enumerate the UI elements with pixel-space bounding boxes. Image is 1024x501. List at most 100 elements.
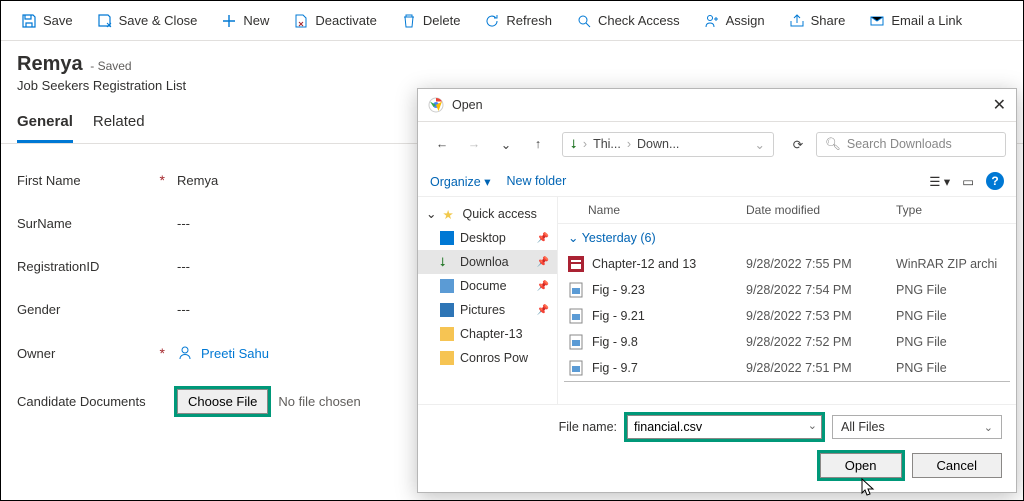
gender-value[interactable]: --- [177,302,190,317]
tree-chapter13[interactable]: Chapter-13 [418,322,557,346]
assign-icon [704,13,720,29]
tree-pictures[interactable]: Pictures📌 [418,298,557,322]
share-button[interactable]: Share [779,9,856,33]
file-name: Fig - 9.7 [592,361,746,375]
check-access-label: Check Access [598,13,680,28]
new-label: New [243,13,269,28]
help-icon[interactable]: ? [986,172,1004,190]
check-access-icon [576,13,592,29]
file-row[interactable]: Fig - 9.89/28/2022 7:52 PMPNG File [558,329,1016,355]
preview-pane-icon[interactable]: ▭ [962,174,974,189]
refresh-dialog-icon[interactable]: ⟳ [784,130,812,158]
new-folder-button[interactable]: New folder [506,174,566,188]
close-icon[interactable]: ✕ [976,95,1006,115]
file-row[interactable]: Fig - 9.219/28/2022 7:53 PMPNG File [558,303,1016,329]
save-icon [21,13,37,29]
folder-icon [440,327,454,341]
nav-tree: ⌄ ★ Quick access Desktop📌 ⭣Downloa📌 Docu… [418,197,558,404]
tree-conros[interactable]: Conros Pow [418,346,557,370]
trash-icon [401,13,417,29]
regid-label: RegistrationID [17,259,99,274]
col-type[interactable]: Type [896,203,1006,217]
file-name: Fig - 9.21 [592,309,746,323]
filter-dropdown[interactable]: All Files⌄ [832,415,1002,439]
col-name[interactable]: Name [568,203,746,217]
chevron-down-icon: ⌄ [984,421,993,434]
file-type: PNG File [896,283,1006,297]
save-label: Save [43,13,73,28]
choose-file-button[interactable]: Choose File [177,389,268,414]
pin-icon: 📌 [537,257,549,268]
file-date: 9/28/2022 7:55 PM [746,257,896,271]
view-list-icon[interactable]: ☰ ▾ [929,174,950,189]
email-icon [869,13,885,29]
new-button[interactable]: New [211,9,279,33]
save-close-icon [97,13,113,29]
pin-icon: 📌 [537,281,549,292]
no-file-text: No file chosen [278,394,360,409]
breadcrumb[interactable]: ⭣ › Thi... › Down... ⌄ [562,132,774,157]
download-icon: ⭣ [440,255,454,269]
owner-value[interactable]: Preeti Sahu [177,345,269,361]
col-date[interactable]: Date modified [746,203,896,217]
search-placeholder: Search Downloads [847,137,952,151]
pin-icon: 📌 [537,233,549,244]
delete-button[interactable]: Delete [391,9,471,33]
group-yesterday[interactable]: ⌄ Yesterday (6) [558,224,1016,251]
record-saved: - Saved [90,59,131,73]
up-icon[interactable]: ↑ [524,130,552,158]
forward-icon: → [460,130,488,158]
email-link-button[interactable]: Email a Link [859,9,972,33]
first-name-value[interactable]: Remya [177,173,218,188]
file-row[interactable]: Fig - 9.239/28/2022 7:54 PMPNG File [558,277,1016,303]
docs-label: Candidate Documents [17,394,146,409]
folder-icon [440,351,454,365]
first-name-label: First Name [17,173,81,188]
file-date: 9/28/2022 7:53 PM [746,309,896,323]
tab-general[interactable]: General [17,107,73,143]
refresh-label: Refresh [506,13,552,28]
chrome-icon [428,97,444,113]
regid-value[interactable]: --- [177,259,190,274]
file-icon [568,308,584,324]
refresh-button[interactable]: Refresh [474,9,562,33]
tree-desktop[interactable]: Desktop📌 [418,226,557,250]
file-icon [568,360,584,376]
surname-value[interactable]: --- [177,216,190,231]
assign-button[interactable]: Assign [694,9,775,33]
pictures-icon [440,303,454,317]
tree-quick-access[interactable]: ⌄ ★ Quick access [418,201,557,226]
tab-related[interactable]: Related [93,107,145,143]
file-row[interactable]: Chapter-12 and 139/28/2022 7:55 PMWinRAR… [558,251,1016,277]
file-row[interactable]: Fig - 9.79/28/2022 7:51 PMPNG File [558,355,1016,381]
tree-downloads[interactable]: ⭣Downloa📌 [418,250,557,274]
search-input[interactable]: 🔍︎ Search Downloads [816,132,1006,157]
delete-label: Delete [423,13,461,28]
recent-chevron-icon[interactable]: ⌄ [492,130,520,158]
file-type: WinRAR ZIP archi [896,257,1006,271]
cancel-button[interactable]: Cancel [912,453,1002,478]
filename-input[interactable] [627,415,822,439]
check-access-button[interactable]: Check Access [566,9,690,33]
file-name: Chapter-12 and 13 [592,257,746,271]
tree-documents[interactable]: Docume📌 [418,274,557,298]
star-icon: ★ [442,207,456,221]
file-icon [568,282,584,298]
plus-icon [221,13,237,29]
save-button[interactable]: Save [11,9,83,33]
back-icon[interactable]: ← [428,130,456,158]
cursor-icon [861,478,875,496]
file-icon [568,256,584,272]
desktop-icon [440,231,454,245]
required-icon: * [160,172,165,188]
deactivate-label: Deactivate [315,13,376,28]
open-button[interactable]: Open [820,453,902,478]
save-close-button[interactable]: Save & Close [87,9,208,33]
deactivate-button[interactable]: Deactivate [283,9,386,33]
required-icon: * [160,345,165,361]
file-date: 9/28/2022 7:54 PM [746,283,896,297]
organize-menu[interactable]: Organize ▾ [430,174,490,189]
file-date: 9/28/2022 7:51 PM [746,361,896,375]
person-icon [177,345,193,361]
save-close-label: Save & Close [119,13,198,28]
